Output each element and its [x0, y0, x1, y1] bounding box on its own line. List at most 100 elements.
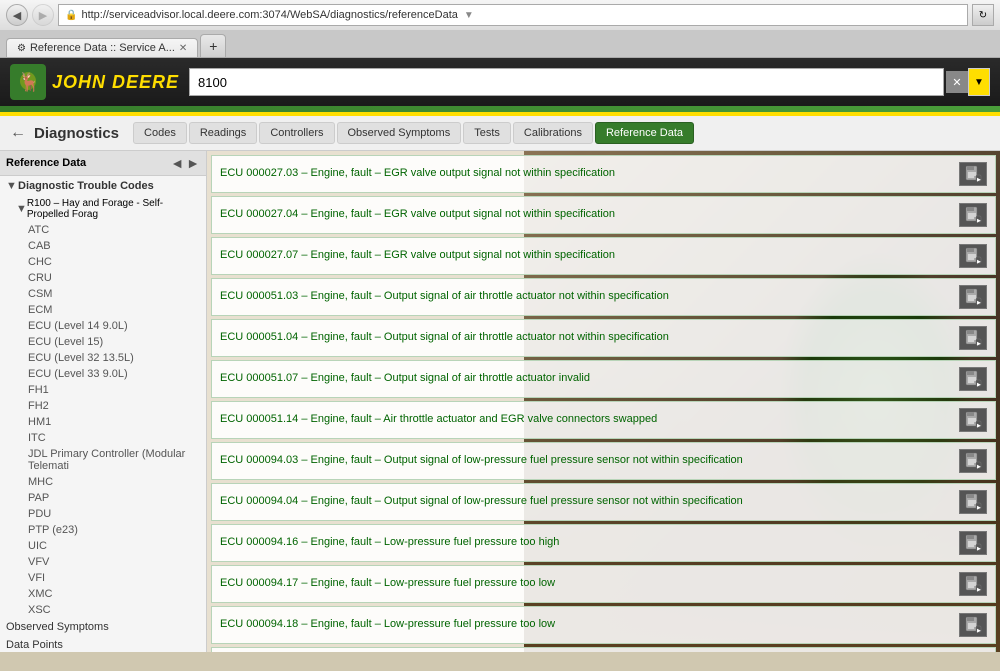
- tab-observed-symptoms[interactable]: Observed Symptoms: [337, 122, 462, 144]
- tree-controller-fh1[interactable]: FH1: [0, 382, 206, 398]
- list-item[interactable]: ECU 000094.03 – Engine, fault – Output s…: [211, 442, 996, 480]
- tree-controller-hm1[interactable]: HM1: [0, 414, 206, 430]
- list-item[interactable]: ECU 000097.03 – Engine, fault – Output s…: [211, 647, 996, 652]
- list-item-document-icon[interactable]: ▶: [959, 408, 987, 432]
- data-points-label: Data Points: [6, 639, 63, 651]
- list-item[interactable]: ECU 000094.04 – Engine, fault – Output s…: [211, 483, 996, 521]
- list-item-text: ECU 000094.04 – Engine, fault – Output s…: [220, 494, 953, 509]
- list-item-document-icon[interactable]: ▶: [959, 326, 987, 350]
- list-item[interactable]: ECU 000051.03 – Engine, fault – Output s…: [211, 278, 996, 316]
- page-title: Diagnostics: [34, 125, 119, 142]
- tree-controller-cab[interactable]: CAB: [0, 238, 206, 254]
- tree-controller-pdu[interactable]: PDU: [0, 506, 206, 522]
- list-item[interactable]: ECU 000027.04 – Engine, fault – EGR valv…: [211, 196, 996, 234]
- list-item-document-icon[interactable]: ▶: [959, 367, 987, 391]
- tree-controller-vfv[interactable]: VFV: [0, 554, 206, 570]
- list-item[interactable]: ECU 000094.17 – Engine, fault – Low-pres…: [211, 565, 996, 603]
- svg-text:▶: ▶: [977, 628, 981, 634]
- tab-reference-data[interactable]: Reference Data: [595, 122, 694, 144]
- tree-data-points[interactable]: Data Points: [0, 636, 206, 652]
- address-bar: 🔒 http://serviceadvisor.local.deere.com:…: [58, 4, 968, 26]
- brand-name: JOHN DEERE: [52, 72, 179, 93]
- observed-symptoms-label: Observed Symptoms: [6, 621, 109, 633]
- nav-tabs: Codes Readings Controllers Observed Symp…: [133, 122, 694, 144]
- tree-controller-ecm[interactable]: ECM: [0, 302, 206, 318]
- tree-root-dtc[interactable]: ▼ Diagnostic Trouble Codes: [0, 176, 206, 196]
- search-input[interactable]: [189, 68, 944, 96]
- tab-controllers[interactable]: Controllers: [259, 122, 334, 144]
- sidebar-collapse-button[interactable]: ◄ ►: [170, 155, 200, 171]
- deer-icon: 🦌: [10, 64, 46, 100]
- tree-controller-vfi[interactable]: VFI: [0, 570, 206, 586]
- list-item-document-icon[interactable]: ▶: [959, 244, 987, 268]
- tab-codes[interactable]: Codes: [133, 122, 187, 144]
- search-clear-button[interactable]: ✕: [946, 71, 968, 93]
- tree-controller-mhc[interactable]: MHC: [0, 474, 206, 490]
- list-item-document-icon[interactable]: ▶: [959, 449, 987, 473]
- tab-tests[interactable]: Tests: [463, 122, 511, 144]
- collapse-right-icon: ►: [186, 155, 200, 171]
- list-item-document-icon[interactable]: ▶: [959, 285, 987, 309]
- tree-controller-xsc[interactable]: XSC: [0, 602, 206, 618]
- tree-controller-uic[interactable]: UIC: [0, 538, 206, 554]
- svg-text:▶: ▶: [977, 218, 981, 224]
- list-item-text: ECU 000027.07 – Engine, fault – EGR valv…: [220, 248, 953, 263]
- tree-controller-pap[interactable]: PAP: [0, 490, 206, 506]
- url-dropdown[interactable]: ▼: [464, 10, 474, 21]
- tree-controller-ptp-(e23)[interactable]: PTP (e23): [0, 522, 206, 538]
- sidebar-tree: ▼ Diagnostic Trouble Codes ▼ R100 – Hay …: [0, 176, 206, 652]
- tree-controller-fh2[interactable]: FH2: [0, 398, 206, 414]
- sidebar: Reference Data ◄ ► ▼ Diagnostic Trouble …: [0, 151, 207, 652]
- tree-controller-itc[interactable]: ITC: [0, 430, 206, 446]
- expand-icon: ▼: [6, 180, 18, 192]
- tree-controller-cru[interactable]: CRU: [0, 270, 206, 286]
- search-container: ✕ ▼: [189, 68, 990, 96]
- tree-controller-xmc[interactable]: XMC: [0, 586, 206, 602]
- svg-text:▶: ▶: [977, 587, 981, 593]
- tree-controller-ecu-(level-33-9.0l)[interactable]: ECU (Level 33 9.0L): [0, 366, 206, 382]
- list-item[interactable]: ECU 000027.03 – Engine, fault – EGR valv…: [211, 155, 996, 193]
- tab-readings[interactable]: Readings: [189, 122, 257, 144]
- tree-machine[interactable]: ▼ R100 – Hay and Forage - Self-Propelled…: [0, 196, 206, 222]
- jd-logo: 🦌 JOHN DEERE: [10, 64, 179, 100]
- svg-text:▶: ▶: [977, 382, 981, 388]
- page-back-button[interactable]: ←: [10, 124, 26, 142]
- tab-calibrations[interactable]: Calibrations: [513, 122, 593, 144]
- tree-observed-symptoms[interactable]: Observed Symptoms: [0, 618, 206, 636]
- list-container: ECU 000027.03 – Engine, fault – EGR valv…: [207, 151, 1000, 652]
- tab-label: Reference Data :: Service A...: [30, 42, 175, 54]
- list-item-document-icon[interactable]: ▶: [959, 203, 987, 227]
- list-item-document-icon[interactable]: ▶: [959, 572, 987, 596]
- svg-text:▶: ▶: [977, 259, 981, 265]
- svg-text:🦌: 🦌: [18, 71, 40, 92]
- search-dropdown-button[interactable]: ▼: [968, 68, 990, 96]
- tree-controller-ecu-(level-32-13.5l)[interactable]: ECU (Level 32 13.5L): [0, 350, 206, 366]
- list-item[interactable]: ECU 000094.16 – Engine, fault – Low-pres…: [211, 524, 996, 562]
- list-item[interactable]: ECU 000094.18 – Engine, fault – Low-pres…: [211, 606, 996, 644]
- forward-button[interactable]: ▶: [32, 4, 54, 26]
- list-item[interactable]: ECU 000027.07 – Engine, fault – EGR valv…: [211, 237, 996, 275]
- list-item[interactable]: ECU 000051.04 – Engine, fault – Output s…: [211, 319, 996, 357]
- active-tab[interactable]: ⚙ Reference Data :: Service A... ✕: [6, 38, 198, 57]
- tree-controller-ecu-(level-15)[interactable]: ECU (Level 15): [0, 334, 206, 350]
- tab-close-button[interactable]: ✕: [179, 43, 187, 54]
- back-button[interactable]: ◀: [6, 4, 28, 26]
- content-area: Reference Data ◄ ► ▼ Diagnostic Trouble …: [0, 151, 1000, 652]
- list-item-text: ECU 000094.18 – Engine, fault – Low-pres…: [220, 617, 953, 632]
- tree-controller-atc[interactable]: ATC: [0, 222, 206, 238]
- list-item-document-icon[interactable]: ▶: [959, 162, 987, 186]
- refresh-button[interactable]: ↻: [972, 4, 994, 26]
- svg-text:▶: ▶: [977, 505, 981, 511]
- tree-controller-csm[interactable]: CSM: [0, 286, 206, 302]
- list-item-document-icon[interactable]: ▶: [959, 531, 987, 555]
- tree-controller-chc[interactable]: CHC: [0, 254, 206, 270]
- new-tab-button[interactable]: +: [200, 34, 226, 57]
- list-item-document-icon[interactable]: ▶: [959, 490, 987, 514]
- tree-controller-ecu-(level-14-9.0l)[interactable]: ECU (Level 14 9.0L): [0, 318, 206, 334]
- sidebar-title: Reference Data: [6, 157, 86, 169]
- list-item[interactable]: ECU 000051.07 – Engine, fault – Output s…: [211, 360, 996, 398]
- tree-controller-jdl-primary-controller-(modular-telemati[interactable]: JDL Primary Controller (Modular Telemati: [0, 446, 206, 474]
- list-item[interactable]: ECU 000051.14 – Engine, fault – Air thro…: [211, 401, 996, 439]
- list-item-document-icon[interactable]: ▶: [959, 613, 987, 637]
- app-header: 🦌 JOHN DEERE ✕ ▼: [0, 58, 1000, 106]
